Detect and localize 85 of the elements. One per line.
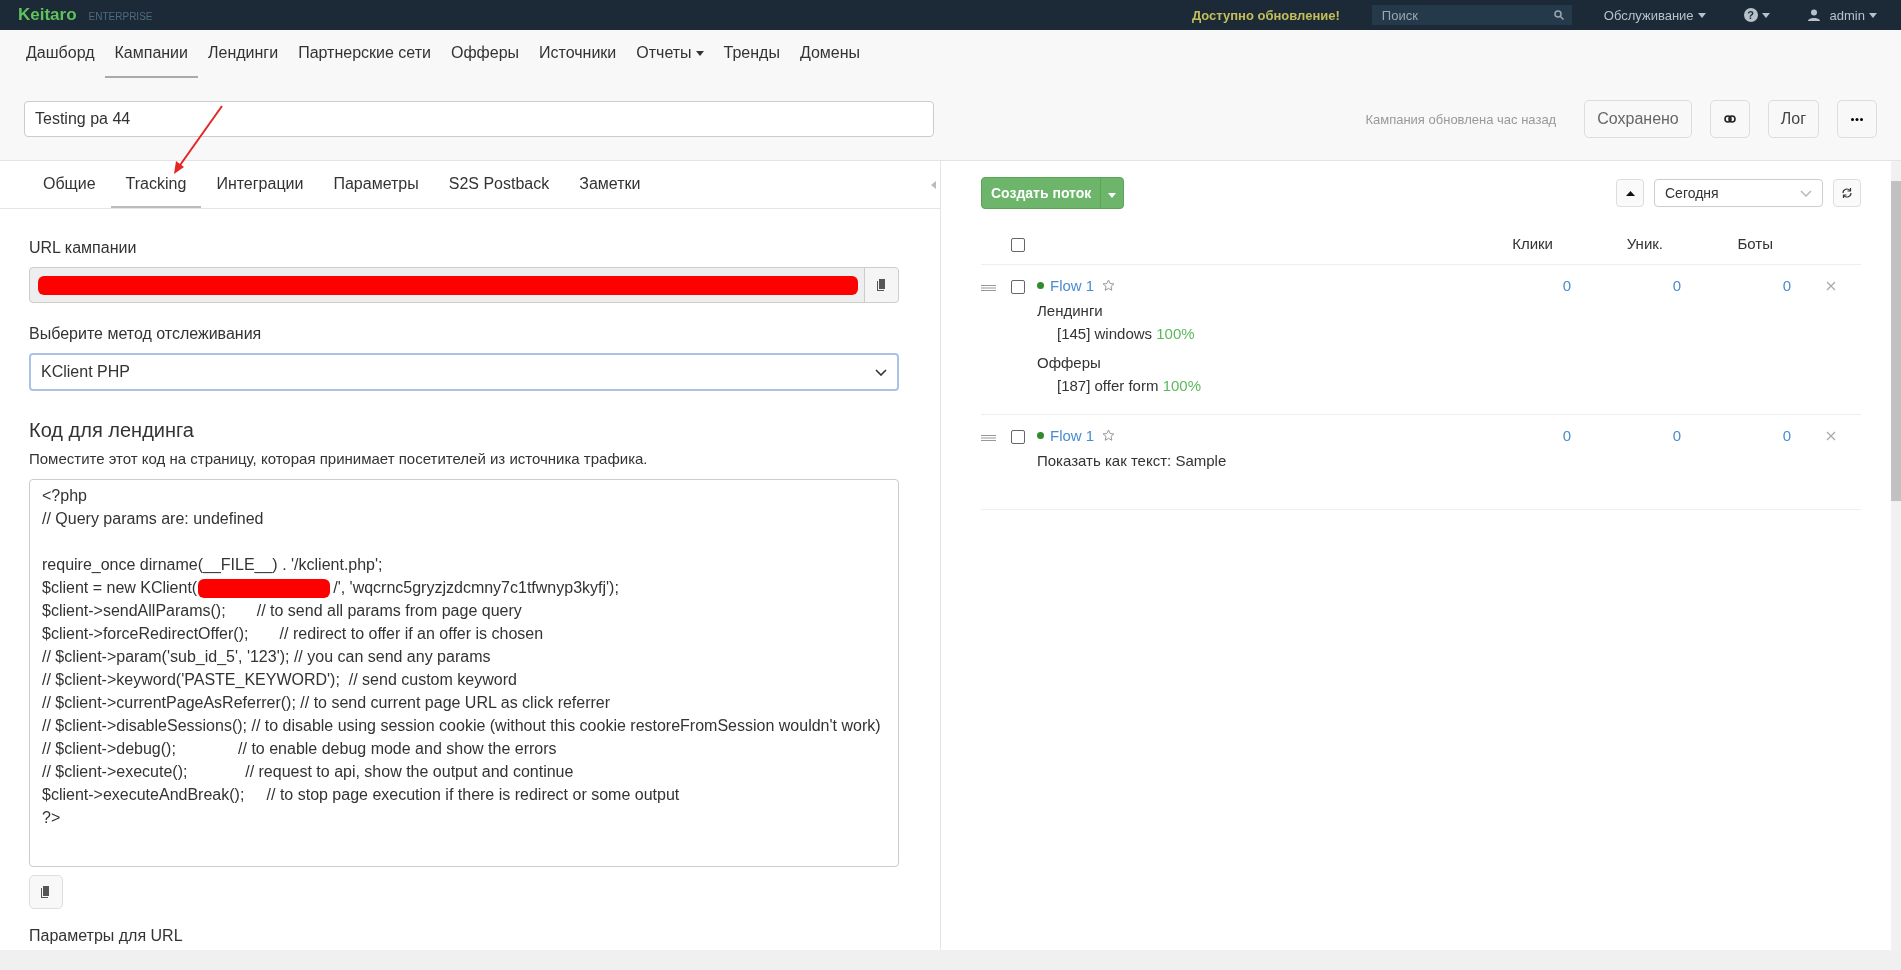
more-icon xyxy=(1851,117,1863,121)
nav-link[interactable]: Офферы xyxy=(440,30,530,78)
drag-handle-icon[interactable] xyxy=(981,435,996,441)
refresh-button[interactable] xyxy=(1833,179,1861,207)
group-title: Лендинги xyxy=(1037,302,1104,319)
star-icon[interactable] xyxy=(1102,429,1116,442)
logo[interactable]: Keitaro xyxy=(18,5,77,25)
close-icon[interactable] xyxy=(1826,431,1836,441)
vertical-scrollbar[interactable] xyxy=(1891,161,1901,950)
checkbox[interactable] xyxy=(1011,238,1025,252)
section-title: Код для лендинга xyxy=(29,419,194,442)
help-icon: ? xyxy=(1743,8,1758,22)
refresh-icon xyxy=(1841,187,1853,199)
link-button[interactable] xyxy=(1709,100,1750,138)
metric-value[interactable]: 0 xyxy=(1782,427,1791,444)
chevron-down-icon xyxy=(1800,189,1812,197)
metric-value[interactable]: 0 xyxy=(1562,427,1571,444)
item-name[interactable]: [187] offer form xyxy=(1057,377,1159,394)
user-icon xyxy=(1807,9,1820,21)
tracking-method-select[interactable]: KClient PHP xyxy=(29,353,899,391)
saved-button[interactable]: Сохранено xyxy=(1584,100,1692,138)
caret-icon xyxy=(1108,192,1117,198)
nav-link[interactable]: Партнерские сети xyxy=(288,30,441,78)
search-icon xyxy=(1553,10,1564,20)
sort-button[interactable] xyxy=(1616,179,1644,207)
code-textarea[interactable]: <?php // Query params are: undefined require_once dirname(__FILE__) . '/kclient.php'; $client = new KClient( /', 'wqcrnc5gryzjzdcmny7c1tfwnyp3kyfj'); $client->sendAllParams(); // to send all params from page query $client->forceRedirectOffer(); // redirect to offer if an offer is chosen // $client->param('sub_id_5', '123'); // you can send any params // $client->keyword('PASTE_KEYWORD'); // send custom keyword // $client->currentPageAsReferrer(); // to send current page URL as click referrer // $client->disableSessions(); // to disable using session cookie (without this cookie restoreFromSession wouldn't work) // $client->debug(); // to enable debug mode and show the errors // $client->execute(); // request to api, show the output and continue $client->executeAndBreak(); // to stop page execution if there is redirect or some output ?> xyxy=(29,479,899,867)
drag-handle-icon[interactable] xyxy=(981,285,996,291)
share-value: 100% xyxy=(1156,325,1195,342)
column-header: Уник. xyxy=(1581,223,1691,265)
metric-value[interactable]: 0 xyxy=(1672,277,1681,294)
campaign-name-field[interactable]: Testing pa 44 xyxy=(24,101,934,137)
metric-value[interactable]: 0 xyxy=(1782,277,1791,294)
flow-description: Показать как текст: Sample xyxy=(1037,452,1228,469)
period-select[interactable]: Сегодня xyxy=(1654,179,1823,207)
star-icon[interactable] xyxy=(1102,279,1116,292)
update-notice[interactable]: Доступно обновление! xyxy=(1191,7,1340,23)
caret-icon xyxy=(1869,12,1877,18)
metric-value[interactable]: 0 xyxy=(1672,427,1681,444)
nav-link[interactable]: Домены xyxy=(789,30,871,78)
status-dot xyxy=(1037,432,1044,439)
group-title: Офферы xyxy=(1037,354,1102,371)
tab[interactable]: Заметки xyxy=(564,161,656,208)
tab[interactable]: Параметры xyxy=(318,161,434,208)
checkbox[interactable] xyxy=(1011,430,1025,444)
help-menu[interactable]: ? xyxy=(1737,8,1776,22)
flow-link[interactable]: Flow 1 xyxy=(1050,277,1095,294)
tab[interactable]: Интеграции xyxy=(201,161,319,208)
flow-link[interactable]: Flow 1 xyxy=(1050,427,1095,444)
status-dot xyxy=(1037,282,1044,289)
user-menu[interactable]: admin xyxy=(1801,7,1883,23)
copy-icon xyxy=(41,886,51,898)
chevron-down-icon xyxy=(875,368,887,376)
share-value: 100% xyxy=(1162,377,1201,394)
copy-button[interactable] xyxy=(864,268,898,302)
copy-button[interactable] xyxy=(29,875,63,909)
update-status: Кампания обновлена час назад xyxy=(1365,111,1557,127)
tab[interactable]: S2S Postback xyxy=(433,161,565,208)
field-label: Параметры для URL xyxy=(29,927,183,945)
tab[interactable]: Общие xyxy=(28,161,111,208)
edition-label: ENTERPRISE xyxy=(88,10,153,22)
search-field[interactable]: Поиск xyxy=(1371,5,1572,25)
campaign-url-field[interactable] xyxy=(29,267,899,303)
field-label: URL кампании xyxy=(29,239,137,257)
metric-value[interactable]: 0 xyxy=(1562,277,1571,294)
close-icon[interactable] xyxy=(1826,281,1836,291)
section-hint: Поместите этот код на страницу, которая принимает посетителей из источника трафика. xyxy=(29,450,648,467)
nav-link[interactable]: Дашборд xyxy=(16,30,105,78)
nav-link[interactable]: Отчеты xyxy=(626,30,714,78)
column-header: Клики xyxy=(1471,223,1581,265)
nav-link[interactable]: Лендинги xyxy=(198,30,289,78)
collapse-icon[interactable] xyxy=(931,181,936,189)
caret-icon xyxy=(1697,12,1706,18)
triangle-up-icon xyxy=(1625,190,1635,196)
column-header: Боты xyxy=(1691,223,1801,265)
nav-link[interactable]: Тренды xyxy=(713,30,790,78)
horizontal-scrollbar[interactable] xyxy=(0,950,1901,970)
field-label: Выберите метод отслеживания xyxy=(29,325,262,343)
copy-icon xyxy=(876,279,887,291)
checkbox[interactable] xyxy=(1011,280,1025,294)
nav-link[interactable]: Источники xyxy=(529,30,627,78)
item-name[interactable]: [145] windows xyxy=(1057,325,1153,342)
link-icon xyxy=(1723,115,1736,123)
caret-icon xyxy=(1761,12,1770,18)
service-menu[interactable]: Обслуживание xyxy=(1597,7,1712,23)
log-button[interactable]: Лог xyxy=(1767,100,1819,138)
